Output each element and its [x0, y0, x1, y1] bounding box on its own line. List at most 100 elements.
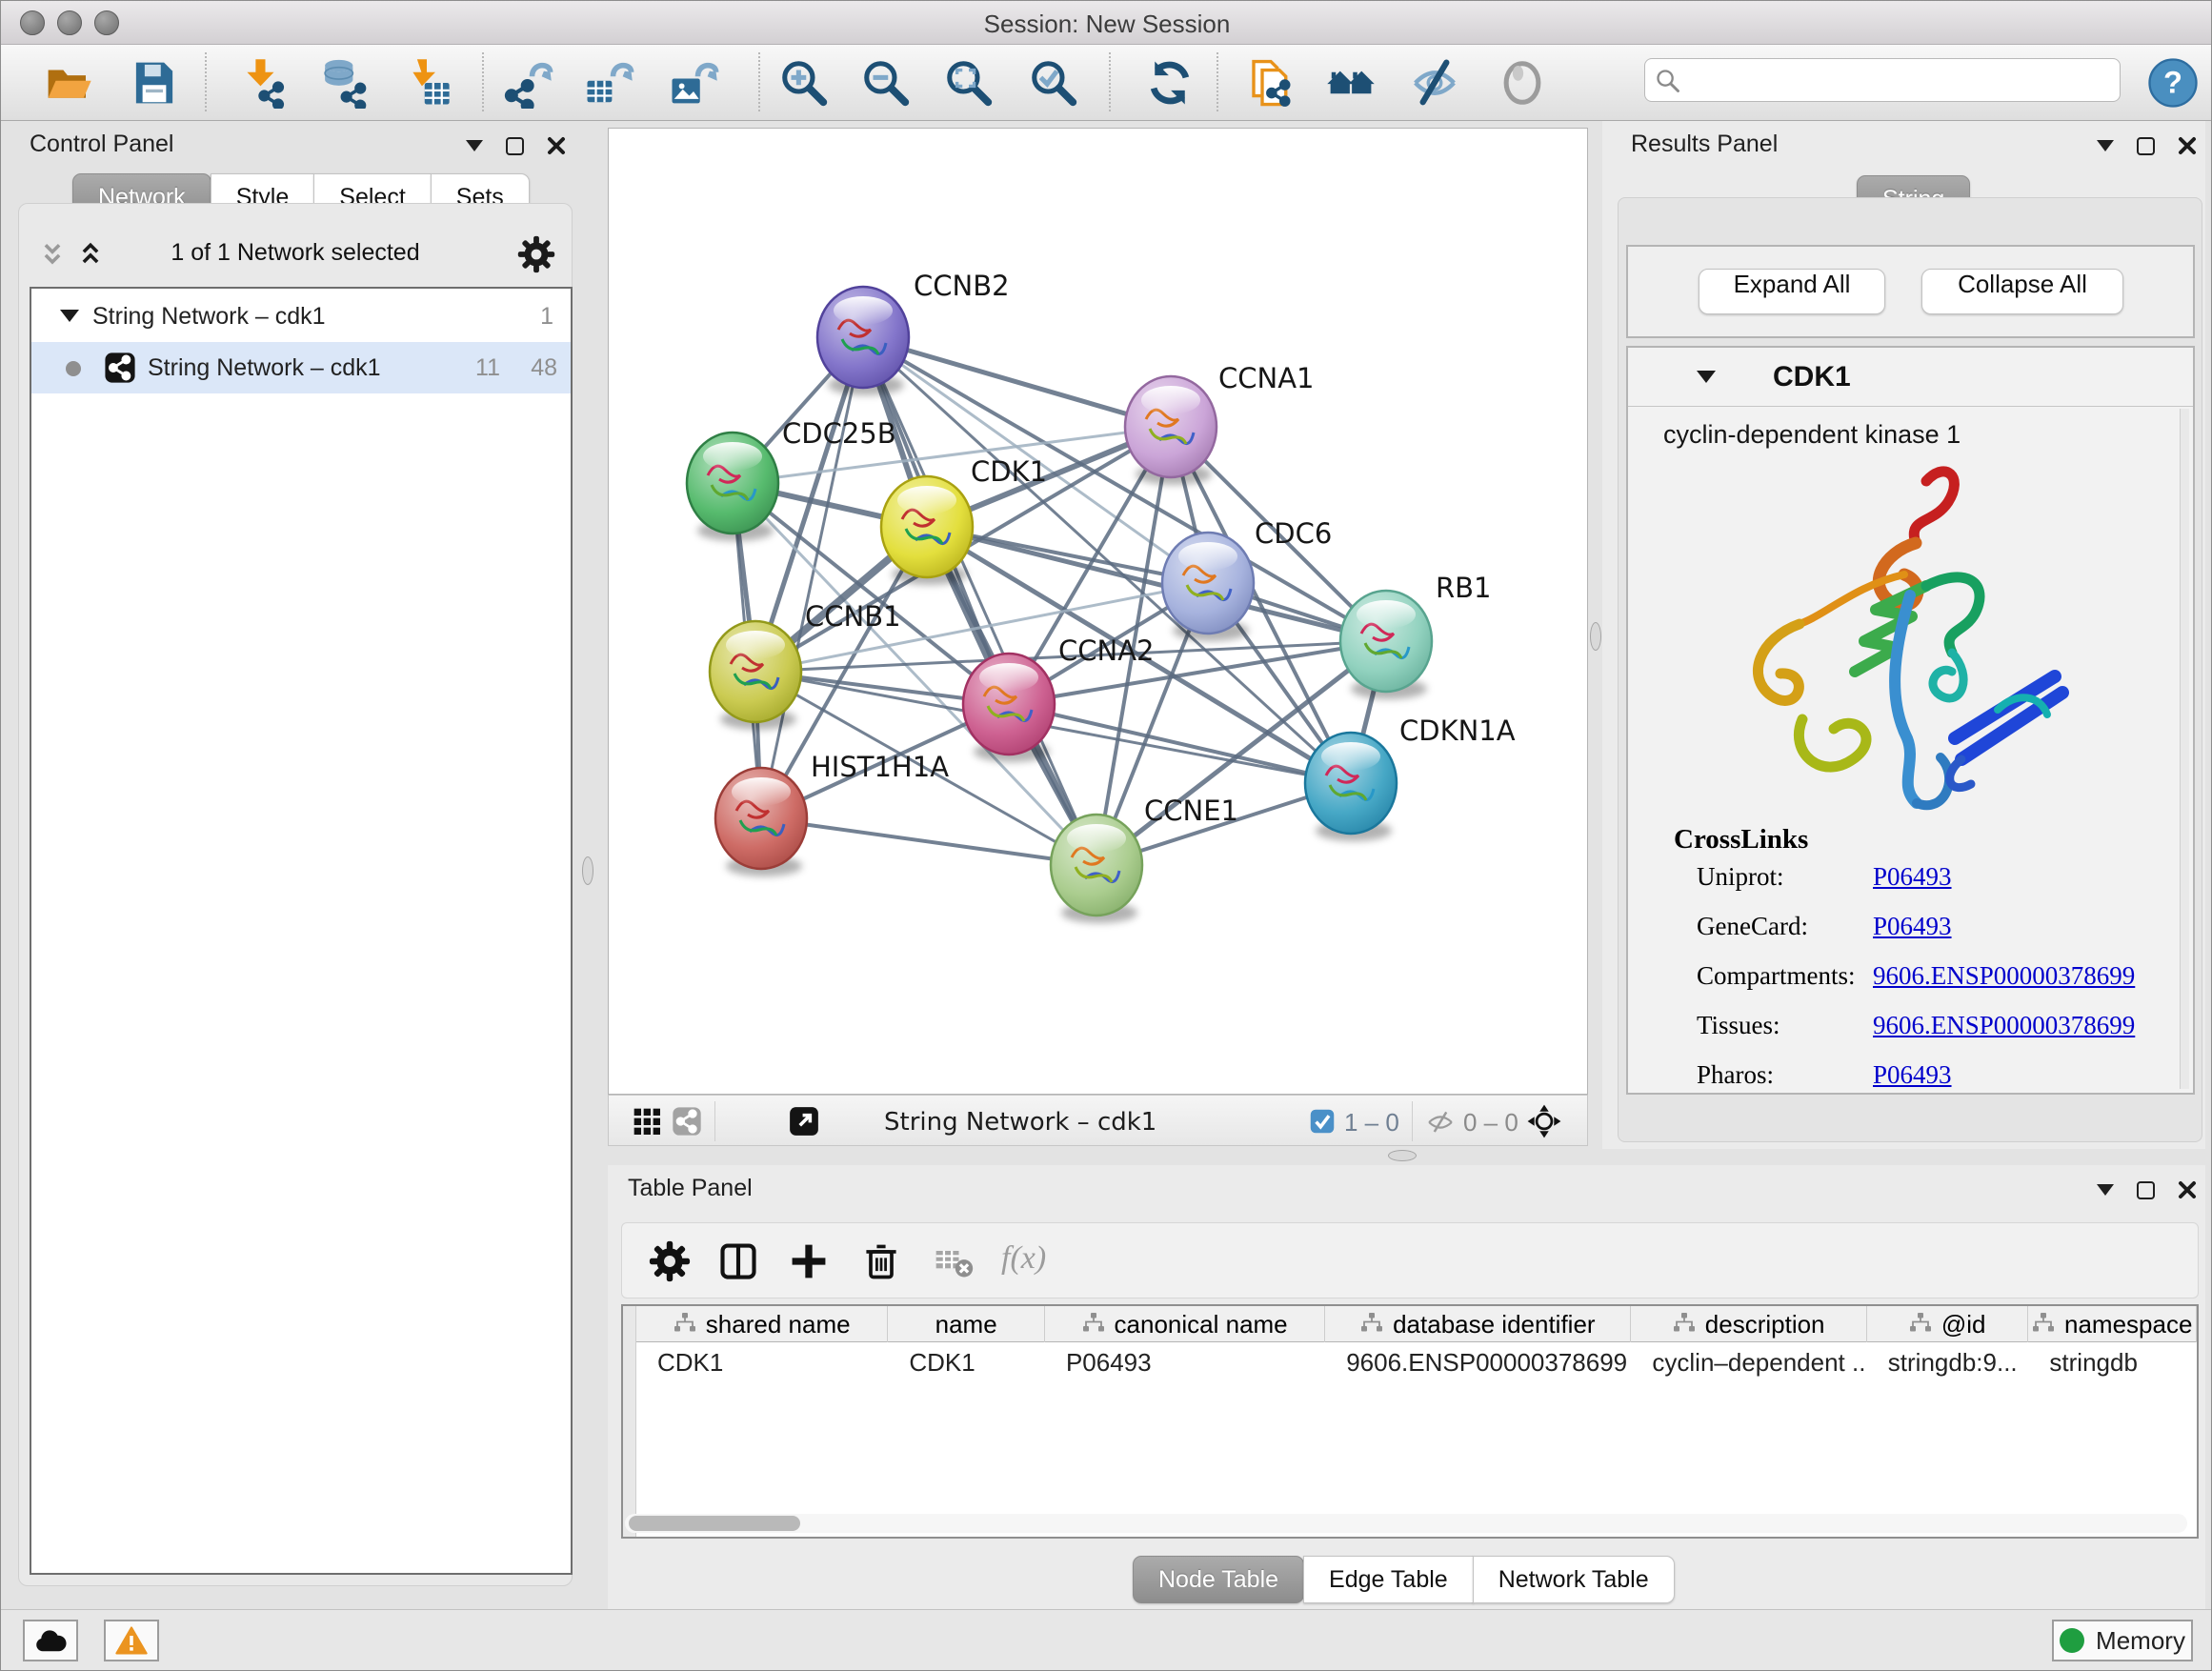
function-builder-icon[interactable]: f(x) [1001, 1240, 1046, 1277]
title-bar: Session: New Session [1, 1, 2212, 45]
network-node-cdc25b[interactable] [687, 433, 778, 541]
collapse-panel-icon[interactable] [2097, 140, 2114, 151]
warning-status-button[interactable] [104, 1620, 159, 1661]
memory-button[interactable]: Memory [2052, 1620, 2193, 1661]
network-node-hist1h1a[interactable] [715, 768, 807, 876]
close-panel-icon[interactable] [2178, 1180, 2197, 1199]
refresh-icon[interactable] [1144, 57, 1196, 109]
export-table-icon[interactable] [583, 57, 634, 109]
cdk1-section-header[interactable]: CDK1 [1628, 348, 2193, 407]
column-header-name[interactable]: name [888, 1306, 1045, 1342]
node-label: CDK1 [971, 455, 1047, 488]
float-panel-icon[interactable] [2137, 1181, 2155, 1199]
section-scrollbar[interactable] [2180, 409, 2189, 1089]
vertical-splitter-handle[interactable] [582, 856, 593, 885]
section-expander-icon[interactable] [1697, 371, 1716, 383]
crosslink-value-link[interactable]: 9606.ENSP00000378699 [1873, 1011, 2135, 1040]
import-table-icon[interactable] [401, 57, 452, 109]
network-node-ccna1[interactable] [1125, 376, 1217, 485]
open-in-new-window-icon[interactable] [788, 1105, 820, 1142]
collapse-all-button[interactable]: Collapse All [1921, 269, 2123, 314]
close-panel-icon[interactable] [2178, 136, 2197, 155]
column-header-canonical-name[interactable]: canonical name [1045, 1306, 1325, 1342]
network-view-canvas[interactable]: CCNB2CCNA1CDC25BCDK1CDC6RB1CCNB1CCNA2CDK… [608, 128, 1588, 1095]
zoom-out-icon[interactable] [860, 57, 912, 109]
zoom-fit-icon[interactable] [943, 57, 995, 109]
zoom-in-icon[interactable] [778, 57, 830, 109]
show-panel-icon[interactable] [1497, 57, 1548, 109]
tree-expander-icon[interactable] [60, 310, 79, 322]
column-header-namespace[interactable]: namespace [2028, 1306, 2197, 1342]
collapse-panel-icon[interactable] [2097, 1184, 2114, 1196]
table-row[interactable]: CDK1CDK1P064939606.ENSP00000378699cyclin… [636, 1342, 2197, 1382]
scrollbar-thumb[interactable] [629, 1516, 800, 1531]
delete-table-icon[interactable] [933, 1240, 975, 1282]
network-edge[interactable] [761, 818, 1096, 865]
table-cell[interactable]: CDK1 [636, 1342, 888, 1382]
cdk1-section: CDK1 cyclin-dependent kinase 1 CrossLink… [1626, 346, 2195, 1095]
table-cell[interactable]: CDK1 [888, 1342, 1045, 1382]
zoom-selected-icon[interactable] [1028, 57, 1079, 109]
table-settings-gear-icon[interactable] [649, 1240, 691, 1282]
network-node-cdkn1a[interactable] [1305, 733, 1397, 841]
collapse-panel-icon[interactable] [466, 140, 483, 151]
export-image-icon[interactable] [668, 57, 719, 109]
expand-all-button[interactable]: Expand All [1699, 269, 1885, 314]
table-cell[interactable]: stringdb [2028, 1342, 2197, 1382]
table-cell[interactable]: P06493 [1045, 1342, 1325, 1382]
network-overview-icon[interactable] [672, 1106, 702, 1141]
crosslink-value-link[interactable]: P06493 [1873, 1060, 1952, 1090]
network-options-gear-icon[interactable] [517, 235, 555, 278]
table-horizontal-scrollbar[interactable] [625, 1514, 2187, 1533]
network-edge[interactable] [1009, 704, 1351, 783]
network-edge[interactable] [863, 337, 1171, 427]
open-folder-icon[interactable] [43, 57, 94, 109]
export-network-icon[interactable] [502, 57, 553, 109]
column-header-shared-name[interactable]: shared name [636, 1306, 888, 1342]
show-columns-icon[interactable] [717, 1240, 759, 1282]
close-panel-icon[interactable] [547, 136, 566, 155]
table-cell[interactable]: 9606.ENSP00000378699 [1325, 1342, 1631, 1382]
import-network-icon[interactable] [235, 57, 287, 109]
crosslink-value-link[interactable]: P06493 [1873, 912, 1952, 941]
grid-view-icon[interactable] [632, 1106, 662, 1141]
toolbar-separator [1109, 52, 1111, 111]
clone-network-icon[interactable] [1245, 57, 1297, 109]
crosslink-value-link[interactable]: 9606.ENSP00000378699 [1873, 961, 2135, 991]
column-header-description[interactable]: description [1631, 1306, 1866, 1342]
hide-panel-icon[interactable] [1409, 57, 1460, 109]
network-node-cdk1[interactable] [881, 476, 973, 585]
table-splitter-handle[interactable] [1388, 1150, 1417, 1161]
results-panel-title: Results Panel [1631, 131, 1778, 158]
selected-checkbox-icon[interactable] [1309, 1108, 1336, 1139]
import-database-icon[interactable] [315, 57, 367, 109]
cloud-status-button[interactable] [23, 1620, 78, 1661]
search-box[interactable] [1644, 58, 2121, 102]
network-node-rb1[interactable] [1340, 591, 1432, 699]
tab-edge-table[interactable]: Edge Table [1303, 1556, 1474, 1603]
crosslink-value-link[interactable]: P06493 [1873, 862, 1952, 892]
column-header--id[interactable]: @id [1867, 1306, 2029, 1342]
birdseye-crosshair-icon[interactable] [1526, 1103, 1562, 1144]
add-column-icon[interactable] [788, 1240, 830, 1282]
network-tree-row[interactable]: String Network – cdk1 1 [31, 291, 571, 342]
network-node-ccne1[interactable] [1051, 815, 1142, 923]
delete-column-icon[interactable] [860, 1240, 902, 1282]
save-icon[interactable] [129, 57, 180, 109]
network-edge[interactable] [761, 337, 863, 818]
network-node-ccnb1[interactable] [710, 621, 801, 730]
network-tree-row[interactable]: String Network – cdk1 11 48 [31, 342, 571, 393]
network-node-ccnb2[interactable] [817, 287, 909, 395]
float-panel-icon[interactable] [2137, 137, 2155, 155]
tab-network-table[interactable]: Network Table [1473, 1556, 1675, 1603]
results-splitter-handle[interactable] [1590, 622, 1601, 651]
column-header-database-identifier[interactable]: database identifier [1325, 1306, 1631, 1342]
network-node-ccna2[interactable] [963, 654, 1055, 762]
tab-node-table[interactable]: Node Table [1133, 1556, 1304, 1603]
table-cell[interactable]: stringdb:9... [1867, 1342, 2029, 1382]
help-button[interactable]: ? [2146, 56, 2200, 110]
table-cell[interactable]: cyclin–dependent ... [1631, 1342, 1866, 1382]
search-input[interactable] [1687, 63, 2106, 95]
float-panel-icon[interactable] [506, 137, 524, 155]
home-icon[interactable] [1325, 57, 1377, 109]
